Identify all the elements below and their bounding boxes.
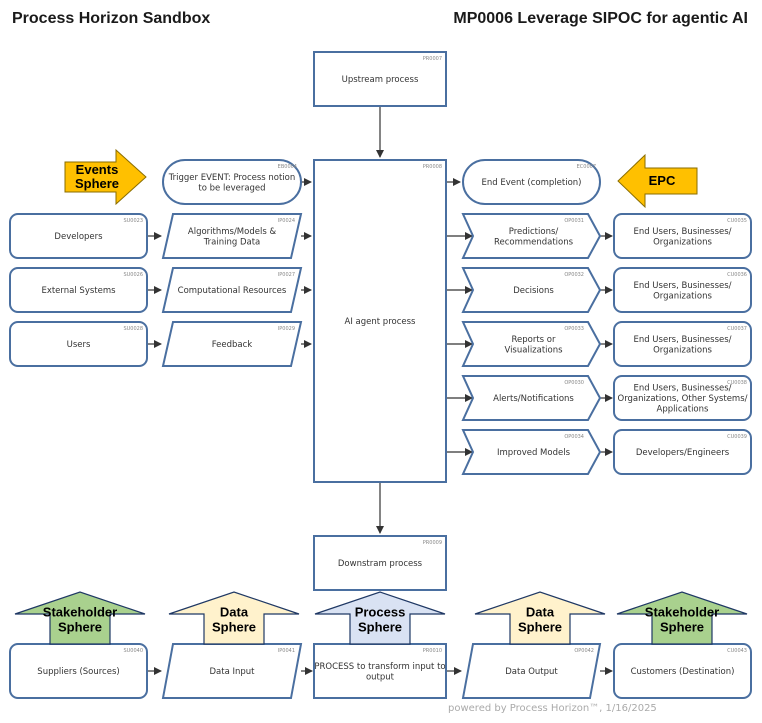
input-0-id: IP0024 [278, 218, 295, 224]
input-2[interactable]: IP0029 Feedback [161, 321, 303, 367]
input-2-id: IP0029 [278, 326, 295, 332]
customer-4[interactable]: CU0039 Developers/Engineers [613, 429, 752, 475]
output-3-label: Alerts/Notifications [493, 394, 574, 404]
customer-3[interactable]: CU0038End Users, Businesses/Organization… [613, 375, 752, 421]
output-4-label: Improved Models [497, 448, 571, 458]
customer-4-id: CU0039 [727, 434, 747, 440]
end-event-id: EC0007 [577, 164, 596, 170]
trigger-event-id: EB0004 [278, 164, 297, 170]
supplier-0[interactable]: SU0023 Developers [9, 213, 148, 259]
downstream-process-id: PR0009 [423, 540, 442, 546]
output-1[interactable]: OP0032 Decisions [461, 267, 602, 313]
supplier-1-id: SU0026 [123, 272, 143, 278]
customer-0-id: CU0035 [727, 218, 747, 224]
downstream-process-label: Downstram process [338, 559, 423, 569]
legend-node-0-label: Suppliers (Sources) [37, 667, 119, 677]
process-sphere-arrow-2: Process Sphere [314, 591, 446, 645]
legend-node-2-id: PR0010 [423, 648, 442, 654]
footer-credit: powered by Process Horizon™, 1/16/2025 [448, 703, 657, 714]
sipoc-diagram: PR0007 Upstream process EB0004Trigger EVEN… [9, 51, 752, 699]
customer-1-id: CU0036 [727, 272, 747, 278]
legend-node-1[interactable]: IP0041 Data Input [161, 643, 303, 699]
legend-node-3-id: OP0042 [574, 648, 594, 654]
supplier-0-id: SU0023 [123, 218, 143, 224]
output-2-label: Reports or Visualizations [504, 335, 563, 356]
supplier-0-label: Developers [54, 232, 103, 242]
downstream-process[interactable]: PR0009 Downstram process [313, 535, 447, 591]
legend-node-3-label: Data Output [505, 667, 558, 677]
output-4[interactable]: OP0034 Improved Models [461, 429, 602, 475]
process-sphere-label-2: Process Sphere [355, 605, 406, 635]
epc-arrow: EPC [617, 153, 698, 209]
upstream-process[interactable]: PR0007 Upstream process [313, 51, 447, 107]
upstream-process-label: Upstream process [342, 75, 419, 85]
legend-node-3[interactable]: OP0042 Data Output [461, 643, 602, 699]
trigger-event[interactable]: EB0004Trigger EVENT: Process notion to be… [162, 159, 302, 205]
stakeholder-sphere-arrow-0: Stakeholder Sphere [14, 591, 146, 645]
supplier-1[interactable]: SU0026 External Systems [9, 267, 148, 313]
customer-0[interactable]: CU0035End Users, Businesses/Organization… [613, 213, 752, 259]
data-sphere-arrow-3: Data Sphere [474, 591, 606, 645]
supplier-2-label: Users [67, 340, 91, 350]
output-0[interactable]: OP0031Predictions/Recommendations [461, 213, 602, 259]
customer-2[interactable]: CU0037End Users, Businesses/Organization… [613, 321, 752, 367]
output-2-id: OP0033 [564, 326, 584, 332]
legend-node-2[interactable]: PR0010PROCESS to transform input to outpu… [313, 643, 447, 699]
supplier-1-label: External Systems [41, 286, 116, 296]
stakeholder-sphere-arrow-4: Stakeholder Sphere [616, 591, 748, 645]
input-1[interactable]: IP0027 Computational Resources [161, 267, 303, 313]
customer-1[interactable]: CU0036End Users, Businesses/Organization… [613, 267, 752, 313]
output-2[interactable]: OP0033Reports or Visualizations [461, 321, 602, 367]
input-2-label: Feedback [212, 340, 253, 350]
legend-node-4[interactable]: CU0043 Customers (Destination) [613, 643, 752, 699]
output-3[interactable]: OP0030 Alerts/Notifications [461, 375, 602, 421]
output-4-id: OP0034 [564, 434, 584, 440]
legend-node-4-id: CU0043 [727, 648, 747, 654]
supplier-2[interactable]: SU0028 Users [9, 321, 148, 367]
input-1-label: Computational Resources [178, 286, 287, 296]
ai-agent-process[interactable]: PR0008 AI agent process [313, 159, 447, 483]
customer-2-id: CU0037 [727, 326, 747, 332]
output-1-id: OP0032 [564, 272, 584, 278]
input-1-id: IP0027 [278, 272, 295, 278]
epc-label: EPC [649, 173, 676, 188]
ai-agent-process-label: AI agent process [345, 317, 417, 327]
output-3-id: OP0030 [564, 380, 584, 386]
events-sphere-arrow: Events Sphere [64, 148, 147, 206]
legend-node-4-label: Customers (Destination) [631, 667, 735, 677]
upstream-process-id: PR0007 [423, 56, 442, 62]
data-sphere-arrow-1: Data Sphere [168, 591, 300, 645]
supplier-2-id: SU0028 [123, 326, 143, 332]
ai-agent-process-id: PR0008 [423, 164, 442, 170]
legend-node-1-label: Data Input [209, 667, 255, 677]
legend-node-1-id: IP0041 [278, 648, 295, 654]
legend-node-0-id: SU0040 [123, 648, 143, 654]
legend-node-0[interactable]: SU0040 Suppliers (Sources) [9, 643, 148, 699]
output-0-id: OP0031 [564, 218, 584, 224]
customer-4-label: Developers/Engineers [636, 448, 730, 458]
events-sphere-label: Events Sphere [75, 162, 119, 191]
end-event[interactable]: EC0007 End Event (completion) [462, 159, 601, 205]
output-1-label: Decisions [513, 286, 554, 296]
input-0[interactable]: IP0024Algorithms/Models & Training Data [161, 213, 303, 259]
end-event-label: End Event (completion) [482, 178, 582, 188]
